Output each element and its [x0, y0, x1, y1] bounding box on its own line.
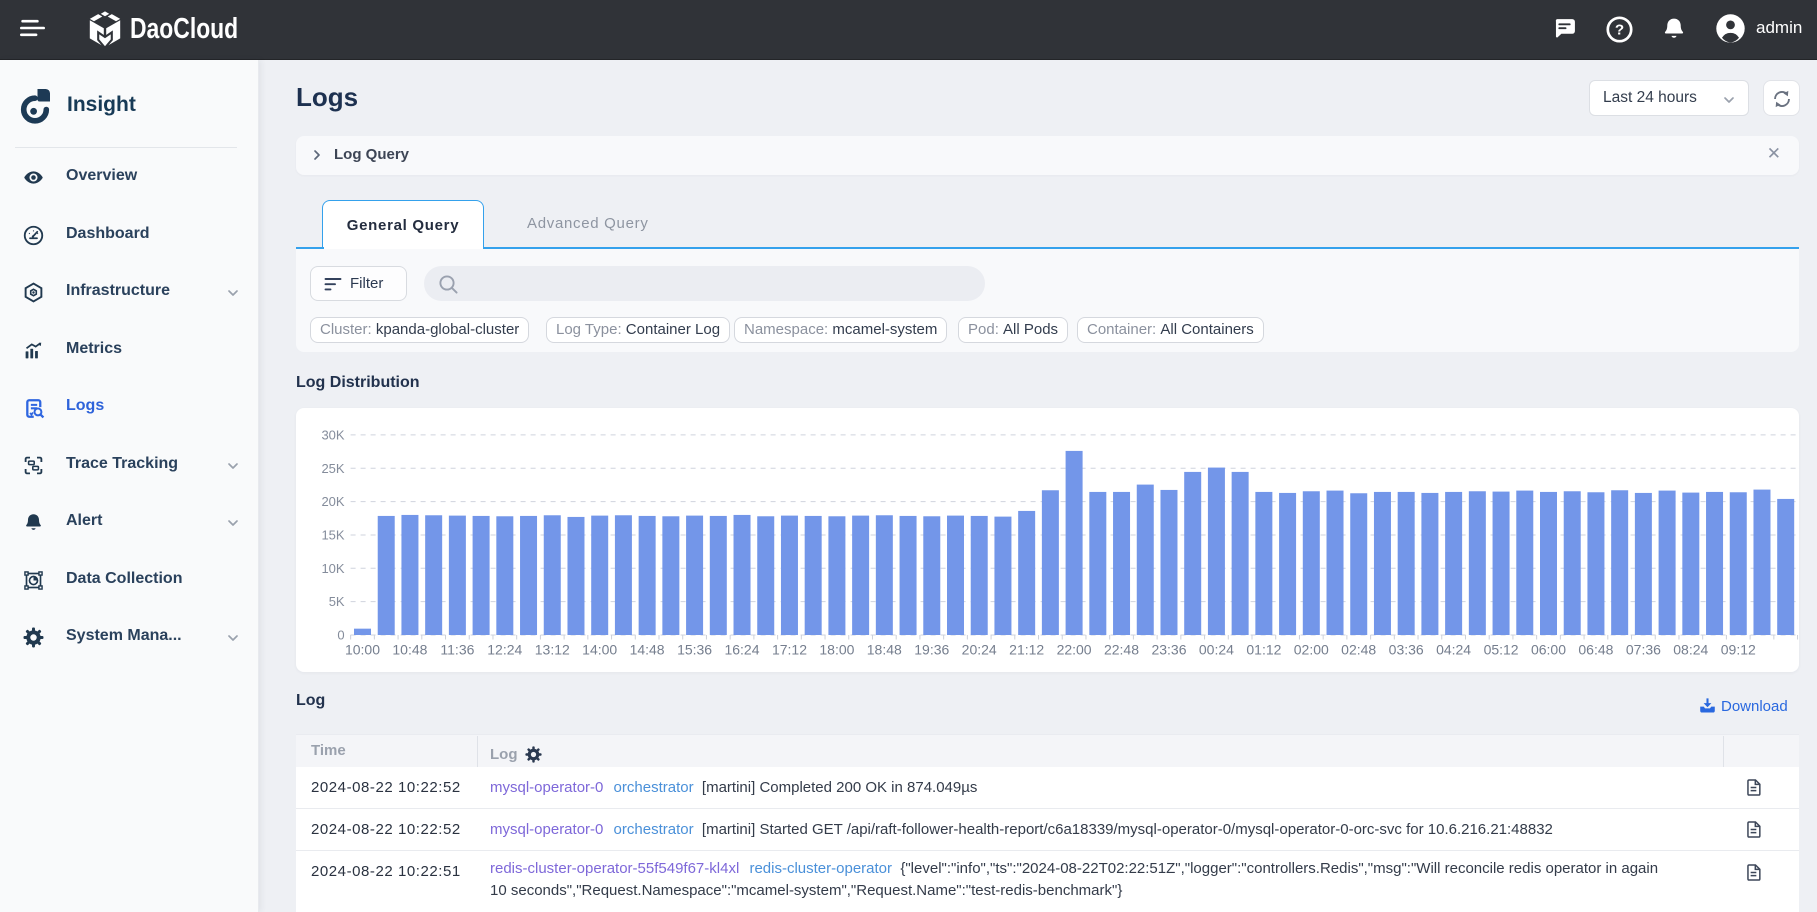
svg-text:13:12: 13:12: [535, 642, 570, 658]
svg-text:20K: 20K: [321, 494, 344, 509]
svg-text:04:24: 04:24: [1436, 642, 1471, 658]
svg-text:07:36: 07:36: [1626, 642, 1661, 658]
svg-text:08:24: 08:24: [1673, 642, 1708, 658]
svg-text:21:12: 21:12: [1009, 642, 1044, 658]
svg-text:19:36: 19:36: [914, 642, 949, 658]
svg-text:06:00: 06:00: [1531, 642, 1566, 658]
svg-text:22:00: 22:00: [1057, 642, 1092, 658]
svg-text:18:00: 18:00: [819, 642, 854, 658]
svg-text:09:12: 09:12: [1721, 642, 1756, 658]
svg-text:17:12: 17:12: [772, 642, 807, 658]
svg-text:0: 0: [337, 628, 344, 643]
svg-text:15:36: 15:36: [677, 642, 712, 658]
svg-text:5K: 5K: [329, 594, 345, 609]
svg-text:15K: 15K: [321, 527, 344, 542]
svg-text:12:24: 12:24: [487, 642, 522, 658]
svg-text:06:48: 06:48: [1578, 642, 1613, 658]
svg-text:16:24: 16:24: [724, 642, 759, 658]
svg-text:23:36: 23:36: [1151, 642, 1186, 658]
svg-text:?: ?: [1615, 22, 1624, 39]
svg-text:10:48: 10:48: [392, 642, 427, 658]
svg-text:00:24: 00:24: [1199, 642, 1234, 658]
svg-text:02:00: 02:00: [1294, 642, 1329, 658]
svg-text:14:00: 14:00: [582, 642, 617, 658]
svg-text:03:36: 03:36: [1389, 642, 1424, 658]
svg-text:10:00: 10:00: [345, 642, 380, 658]
svg-text:14:48: 14:48: [630, 642, 665, 658]
svg-text:05:12: 05:12: [1484, 642, 1519, 658]
svg-text:02:48: 02:48: [1341, 642, 1376, 658]
svg-text:30K: 30K: [321, 427, 344, 442]
svg-text:10K: 10K: [321, 561, 344, 576]
svg-text:25K: 25K: [321, 461, 344, 476]
svg-text:01:12: 01:12: [1246, 642, 1281, 658]
svg-text:11:36: 11:36: [440, 642, 474, 658]
svg-text:18:48: 18:48: [867, 642, 902, 658]
svg-text:20:24: 20:24: [962, 642, 997, 658]
svg-text:22:48: 22:48: [1104, 642, 1139, 658]
